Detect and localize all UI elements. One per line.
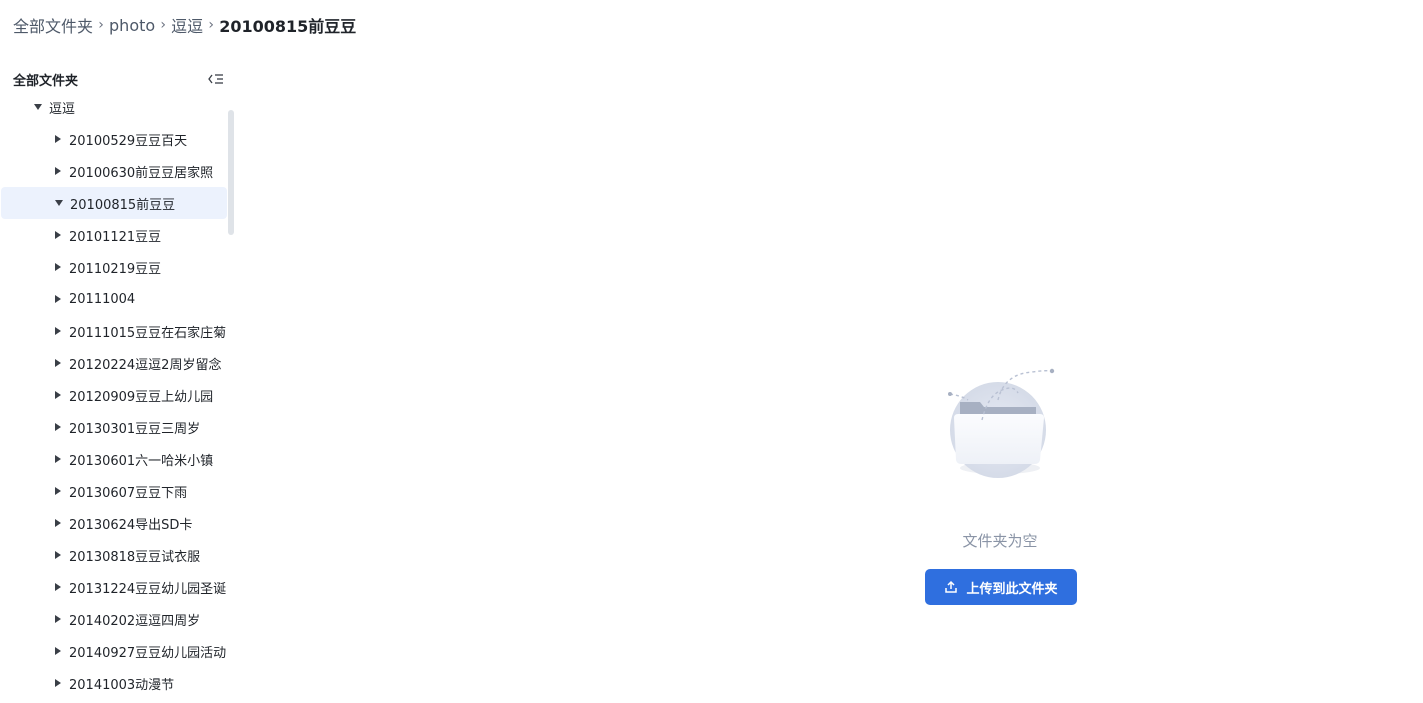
tree-node-label: 20130818豆豆试衣服 [69, 549, 201, 565]
tree-node-folder[interactable]: 20130607豆豆下雨 [0, 475, 234, 507]
tree-node-root[interactable]: 逗逗 [0, 91, 234, 123]
tree-node-label: 20141003动漫节 [69, 677, 175, 693]
folder-tree: 逗逗 20100529豆豆百天 20100630前豆豆居家照 20100815前豆豆… [0, 91, 234, 699]
tree-node-folder[interactable]: 20130601六一哈米小镇 [0, 443, 234, 475]
tree-node-folder[interactable]: 20120224逗逗2周岁留念 [0, 347, 234, 379]
breadcrumb-separator: › [98, 17, 104, 33]
tree-node-folder[interactable]: 20100529豆豆百天 [0, 123, 234, 155]
breadcrumb-item-photo[interactable]: photo [109, 16, 155, 35]
empty-message: 文件夹为空 [962, 532, 1038, 550]
tree-node-folder[interactable]: 20140927豆豆幼儿园活动 [0, 635, 234, 667]
empty-folder-icon [942, 360, 1062, 485]
caret-right-icon[interactable] [51, 580, 65, 594]
tree-node-folder[interactable]: 20100815前豆豆 [1, 187, 227, 219]
caret-right-icon[interactable] [51, 644, 65, 658]
breadcrumb: 全部文件夹 › photo › 逗逗 › 20100815前豆豆 [13, 12, 356, 38]
tree-node-folder[interactable]: 20141003动漫节 [0, 667, 234, 699]
tree-node-label: 20130601六一哈米小镇 [69, 453, 214, 469]
tree-node-label: 20130607豆豆下雨 [69, 485, 188, 501]
caret-right-icon[interactable] [51, 260, 65, 274]
empty-state: 文件夹为空 上传到此文件夹 [900, 360, 1100, 610]
tree-node-folder[interactable]: 20110219豆豆 [0, 251, 234, 283]
collapse-list-icon[interactable] [207, 70, 225, 88]
tree-node-folder[interactable]: 20140202逗逗四周岁 [0, 603, 234, 635]
tree-node-label: 20111004 [69, 291, 136, 307]
upload-icon [944, 580, 958, 594]
folder-sidebar: 全部文件夹 逗逗 20100529豆豆百天 20100630前豆豆居家照 20100… [0, 64, 238, 703]
tree-node-label: 20130301豆豆三周岁 [69, 421, 201, 437]
caret-right-icon[interactable] [51, 388, 65, 402]
upload-to-folder-button[interactable]: 上传到此文件夹 [925, 569, 1077, 605]
tree-node-folder[interactable]: 20130301豆豆三周岁 [0, 411, 234, 443]
tree-node-label: 20140202逗逗四周岁 [69, 613, 201, 629]
caret-right-icon[interactable] [51, 484, 65, 498]
tree-node-label: 20111015豆豆在石家庄菊 [69, 325, 227, 341]
tree-node-label: 20131224豆豆幼儿园圣诞 [69, 581, 227, 597]
tree-node-label: 20120224逗逗2周岁留念 [69, 357, 222, 373]
tree-node-label: 20120909豆豆上幼儿园 [69, 389, 214, 405]
sidebar-header: 全部文件夹 [13, 70, 225, 89]
caret-right-icon[interactable] [51, 420, 65, 434]
tree-node-folder[interactable]: 20130624导出SD卡 [0, 507, 234, 539]
sidebar-title: 全部文件夹 [13, 73, 79, 89]
breadcrumb-separator: › [208, 17, 214, 33]
tree-node-label: 20100630前豆豆居家照 [69, 165, 214, 181]
breadcrumb-item-all-folders[interactable]: 全部文件夹 [13, 13, 93, 37]
tree-node-folder[interactable]: 20111004 [0, 283, 234, 315]
caret-right-icon[interactable] [51, 164, 65, 178]
caret-right-icon[interactable] [51, 548, 65, 562]
caret-right-icon[interactable] [51, 228, 65, 242]
caret-right-icon[interactable] [51, 676, 65, 690]
caret-right-icon[interactable] [51, 324, 65, 338]
caret-right-icon[interactable] [51, 516, 65, 530]
caret-right-icon[interactable] [51, 356, 65, 370]
tree-node-folder[interactable]: 20100630前豆豆居家照 [0, 155, 234, 187]
caret-down-icon[interactable] [52, 196, 66, 210]
tree-node-label: 20100815前豆豆 [70, 197, 176, 213]
tree-node-folder[interactable]: 20120909豆豆上幼儿园 [0, 379, 234, 411]
tree-node-folder[interactable]: 20130818豆豆试衣服 [0, 539, 234, 571]
tree-node-folder[interactable]: 20111015豆豆在石家庄菊 [0, 315, 234, 347]
caret-right-icon[interactable] [51, 292, 65, 306]
tree-node-label: 20130624导出SD卡 [69, 517, 193, 533]
caret-right-icon[interactable] [51, 452, 65, 466]
breadcrumb-separator: › [160, 17, 166, 33]
sidebar-scrollbar[interactable] [228, 110, 234, 235]
tree-node-label: 20101121豆豆 [69, 229, 162, 245]
caret-down-icon[interactable] [31, 100, 45, 114]
caret-right-icon[interactable] [51, 612, 65, 626]
upload-button-label: 上传到此文件夹 [966, 580, 1058, 596]
tree-node-folder[interactable]: 20131224豆豆幼儿园圣诞 [0, 571, 234, 603]
tree-node-label: 20140927豆豆幼儿园活动 [69, 645, 227, 661]
tree-node-label: 20100529豆豆百天 [69, 133, 188, 149]
tree-node-label: 20110219豆豆 [69, 261, 162, 277]
tree-node-folder[interactable]: 20101121豆豆 [0, 219, 234, 251]
breadcrumb-item-doudou[interactable]: 逗逗 [171, 13, 203, 37]
breadcrumb-item-current: 20100815前豆豆 [219, 17, 357, 36]
caret-right-icon[interactable] [51, 132, 65, 146]
tree-node-label: 逗逗 [49, 101, 76, 117]
